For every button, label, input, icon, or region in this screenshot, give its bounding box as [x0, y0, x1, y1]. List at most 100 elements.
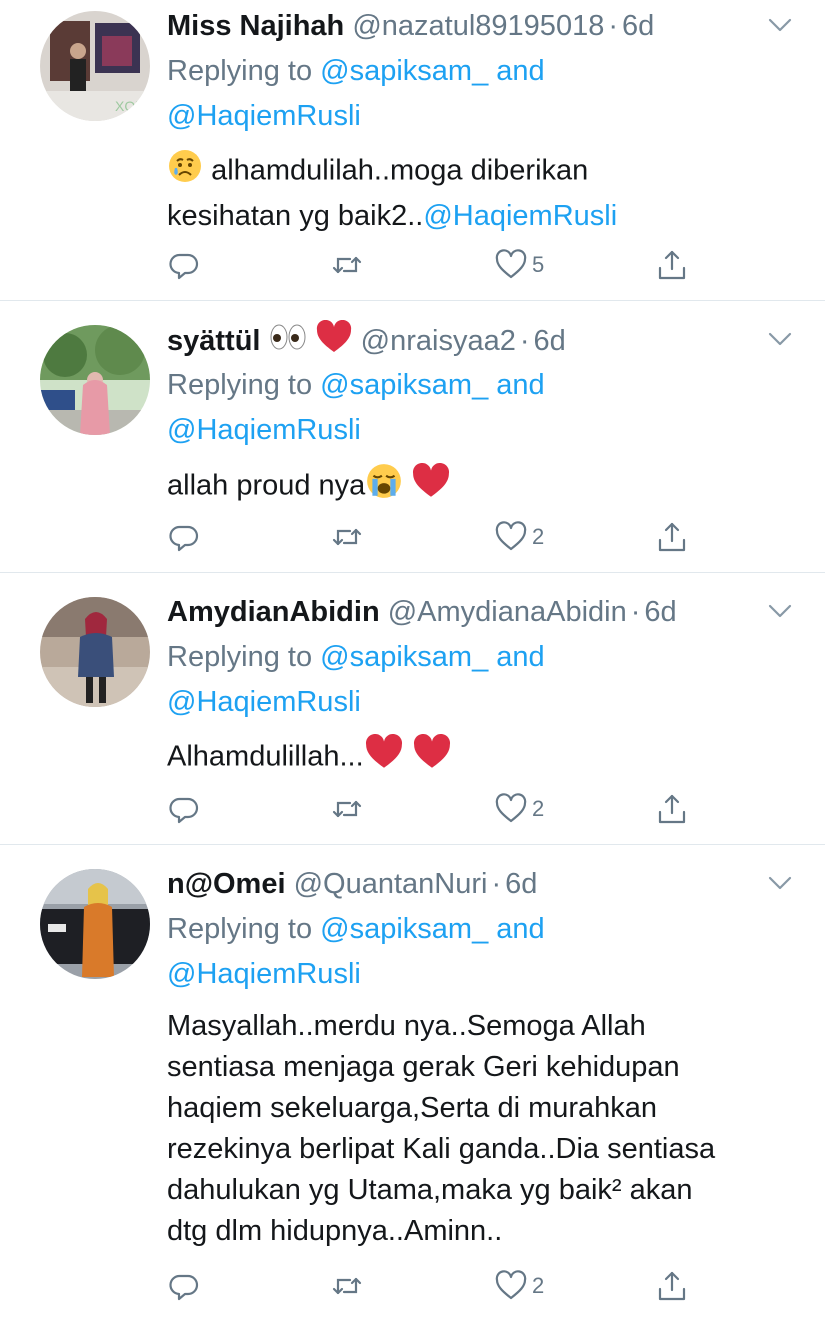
- reply-icon: [169, 1274, 199, 1301]
- reply-button[interactable]: [167, 517, 201, 557]
- reply-button[interactable]: [167, 1266, 201, 1306]
- display-name[interactable]: AmydianAbidin: [167, 596, 380, 628]
- tweet-actions: 2: [167, 789, 707, 829]
- share-icon: [658, 522, 686, 552]
- tweet-replies-feed: XOX Miss Najihah @nazatul89195018 · 6d Rep…: [0, 0, 825, 1321]
- mention-link[interactable]: @sapiksam_: [320, 55, 488, 87]
- mention-link[interactable]: @HaqiemRusli: [167, 958, 361, 990]
- tweet-text: Masyallah..merdu nya..Semoga Allah senti…: [167, 1006, 789, 1252]
- sad-relieved-face-emoji: [167, 148, 203, 196]
- avatar[interactable]: XOX: [40, 11, 150, 121]
- user-handle[interactable]: @AmydianaAbidin: [388, 596, 627, 628]
- tweet[interactable]: n@Omei @QuantanNuri · 6d Replying to @sapi…: [0, 845, 825, 1321]
- svg-text:XOX: XOX: [115, 98, 145, 114]
- like-button[interactable]: 2: [494, 517, 544, 557]
- mention-link[interactable]: @HaqiemRusli: [167, 686, 361, 718]
- red-heart-emoji: [364, 733, 404, 782]
- like-button[interactable]: 2: [494, 789, 544, 829]
- share-button[interactable]: [655, 517, 689, 557]
- tweet[interactable]: XOX Miss Najihah @nazatul89195018 · 6d Rep…: [0, 0, 825, 300]
- avatar-photo: [40, 325, 150, 435]
- tweet-text-line: Alhamdulillah...: [167, 740, 364, 773]
- like-button[interactable]: 5: [494, 245, 544, 285]
- retweet-button[interactable]: [330, 1266, 364, 1306]
- tweet-text-line: alhamdulilah..moga diberikan: [211, 154, 589, 187]
- retweet-button[interactable]: [330, 517, 364, 557]
- user-handle[interactable]: @QuantanNuri: [294, 868, 488, 900]
- reply-button[interactable]: [167, 789, 201, 829]
- like-count: 2: [532, 524, 545, 549]
- like-button[interactable]: 2: [494, 1266, 544, 1306]
- reply-icon: [169, 797, 199, 824]
- red-heart-emoji: [315, 319, 353, 365]
- reply-icon: [169, 253, 199, 280]
- like-count: 2: [532, 796, 545, 821]
- retweet-icon: [332, 256, 362, 274]
- replying-prefix: Replying to: [167, 369, 313, 401]
- retweet-button[interactable]: [330, 245, 364, 285]
- share-icon: [658, 794, 686, 824]
- timestamp[interactable]: 6d: [505, 868, 537, 900]
- replying-and[interactable]: and: [496, 913, 544, 945]
- retweet-icon: [332, 1277, 362, 1295]
- share-button[interactable]: [655, 789, 689, 829]
- like-count: 2: [532, 1273, 545, 1298]
- heart-icon: [495, 249, 527, 279]
- heart-icon: [495, 1270, 527, 1300]
- replying-and[interactable]: and: [496, 641, 544, 673]
- share-button[interactable]: [655, 1266, 689, 1306]
- share-button[interactable]: [655, 245, 689, 285]
- timestamp[interactable]: 6d: [534, 325, 566, 357]
- tweet[interactable]: AmydianAbidin @AmydianaAbidin · 6d Replyin…: [0, 573, 825, 844]
- tweet-text-line: allah proud nya: [167, 469, 366, 502]
- mention-link[interactable]: @HaqiemRusli: [167, 100, 361, 132]
- avatar-photo: [40, 597, 150, 707]
- tweet-text-line: haqiem sekeluarga,Serta di murahkan: [167, 1092, 658, 1124]
- retweet-button[interactable]: [330, 789, 364, 829]
- replying-and[interactable]: and: [496, 55, 544, 87]
- tweet-text-line: Masyallah..merdu nya..Semoga Allah: [167, 1010, 646, 1042]
- eyes-emoji: [269, 322, 307, 363]
- retweet-icon: [332, 800, 362, 818]
- display-name[interactable]: n@Omei: [167, 868, 286, 900]
- mention-link[interactable]: @HaqiemRusli: [167, 414, 361, 446]
- separator: ·: [519, 325, 530, 358]
- tweet-actions: 5: [167, 245, 707, 285]
- heart-icon: [495, 521, 527, 551]
- display-name[interactable]: Miss Najihah: [167, 10, 344, 42]
- avatar[interactable]: [40, 325, 150, 435]
- replying-prefix: Replying to: [167, 55, 313, 87]
- retweet-icon: [332, 528, 362, 546]
- replying-and[interactable]: and: [496, 369, 544, 401]
- chevron-down-icon[interactable]: [767, 598, 793, 624]
- tweet[interactable]: syättül @nraisyaa2 · 6d Replying to @sapik…: [0, 301, 825, 572]
- separator: ·: [630, 596, 641, 628]
- avatar[interactable]: [40, 597, 150, 707]
- share-icon: [658, 1271, 686, 1301]
- tweet-header: AmydianAbidin @AmydianaAbidin · 6d: [167, 592, 765, 632]
- timestamp[interactable]: 6d: [622, 10, 654, 42]
- tweet-text-line: sentiasa menjaga gerak Geri kehidupan: [167, 1051, 680, 1083]
- tweet-actions: 2: [167, 1266, 707, 1306]
- avatar-photo: XOX: [40, 11, 150, 121]
- red-heart-emoji: [411, 462, 451, 511]
- timestamp[interactable]: 6d: [644, 596, 676, 628]
- mention-link[interactable]: @sapiksam_: [320, 641, 488, 673]
- reply-button[interactable]: [167, 245, 201, 285]
- mention-link[interactable]: @sapiksam_: [320, 913, 488, 945]
- tweet-header: syättül @nraisyaa2 · 6d: [167, 319, 765, 363]
- avatar[interactable]: [40, 869, 150, 979]
- replying-to: Replying to @sapiksam_ and @HaqiemRusli: [167, 49, 545, 139]
- tweet-text-line: kesihatan yg baik2..: [167, 200, 424, 232]
- mention-link[interactable]: @sapiksam_: [320, 369, 488, 401]
- replying-prefix: Replying to: [167, 913, 313, 945]
- user-handle[interactable]: @nazatul89195018: [352, 10, 604, 42]
- user-handle[interactable]: @nraisyaa2: [361, 325, 516, 357]
- display-name[interactable]: syättül: [167, 325, 260, 357]
- chevron-down-icon[interactable]: [767, 870, 793, 896]
- tweet-actions: 2: [167, 517, 707, 557]
- separator: ·: [608, 10, 618, 42]
- chevron-down-icon[interactable]: [767, 12, 793, 38]
- chevron-down-icon[interactable]: [767, 326, 793, 352]
- mention-link[interactable]: @HaqiemRusli: [423, 200, 617, 232]
